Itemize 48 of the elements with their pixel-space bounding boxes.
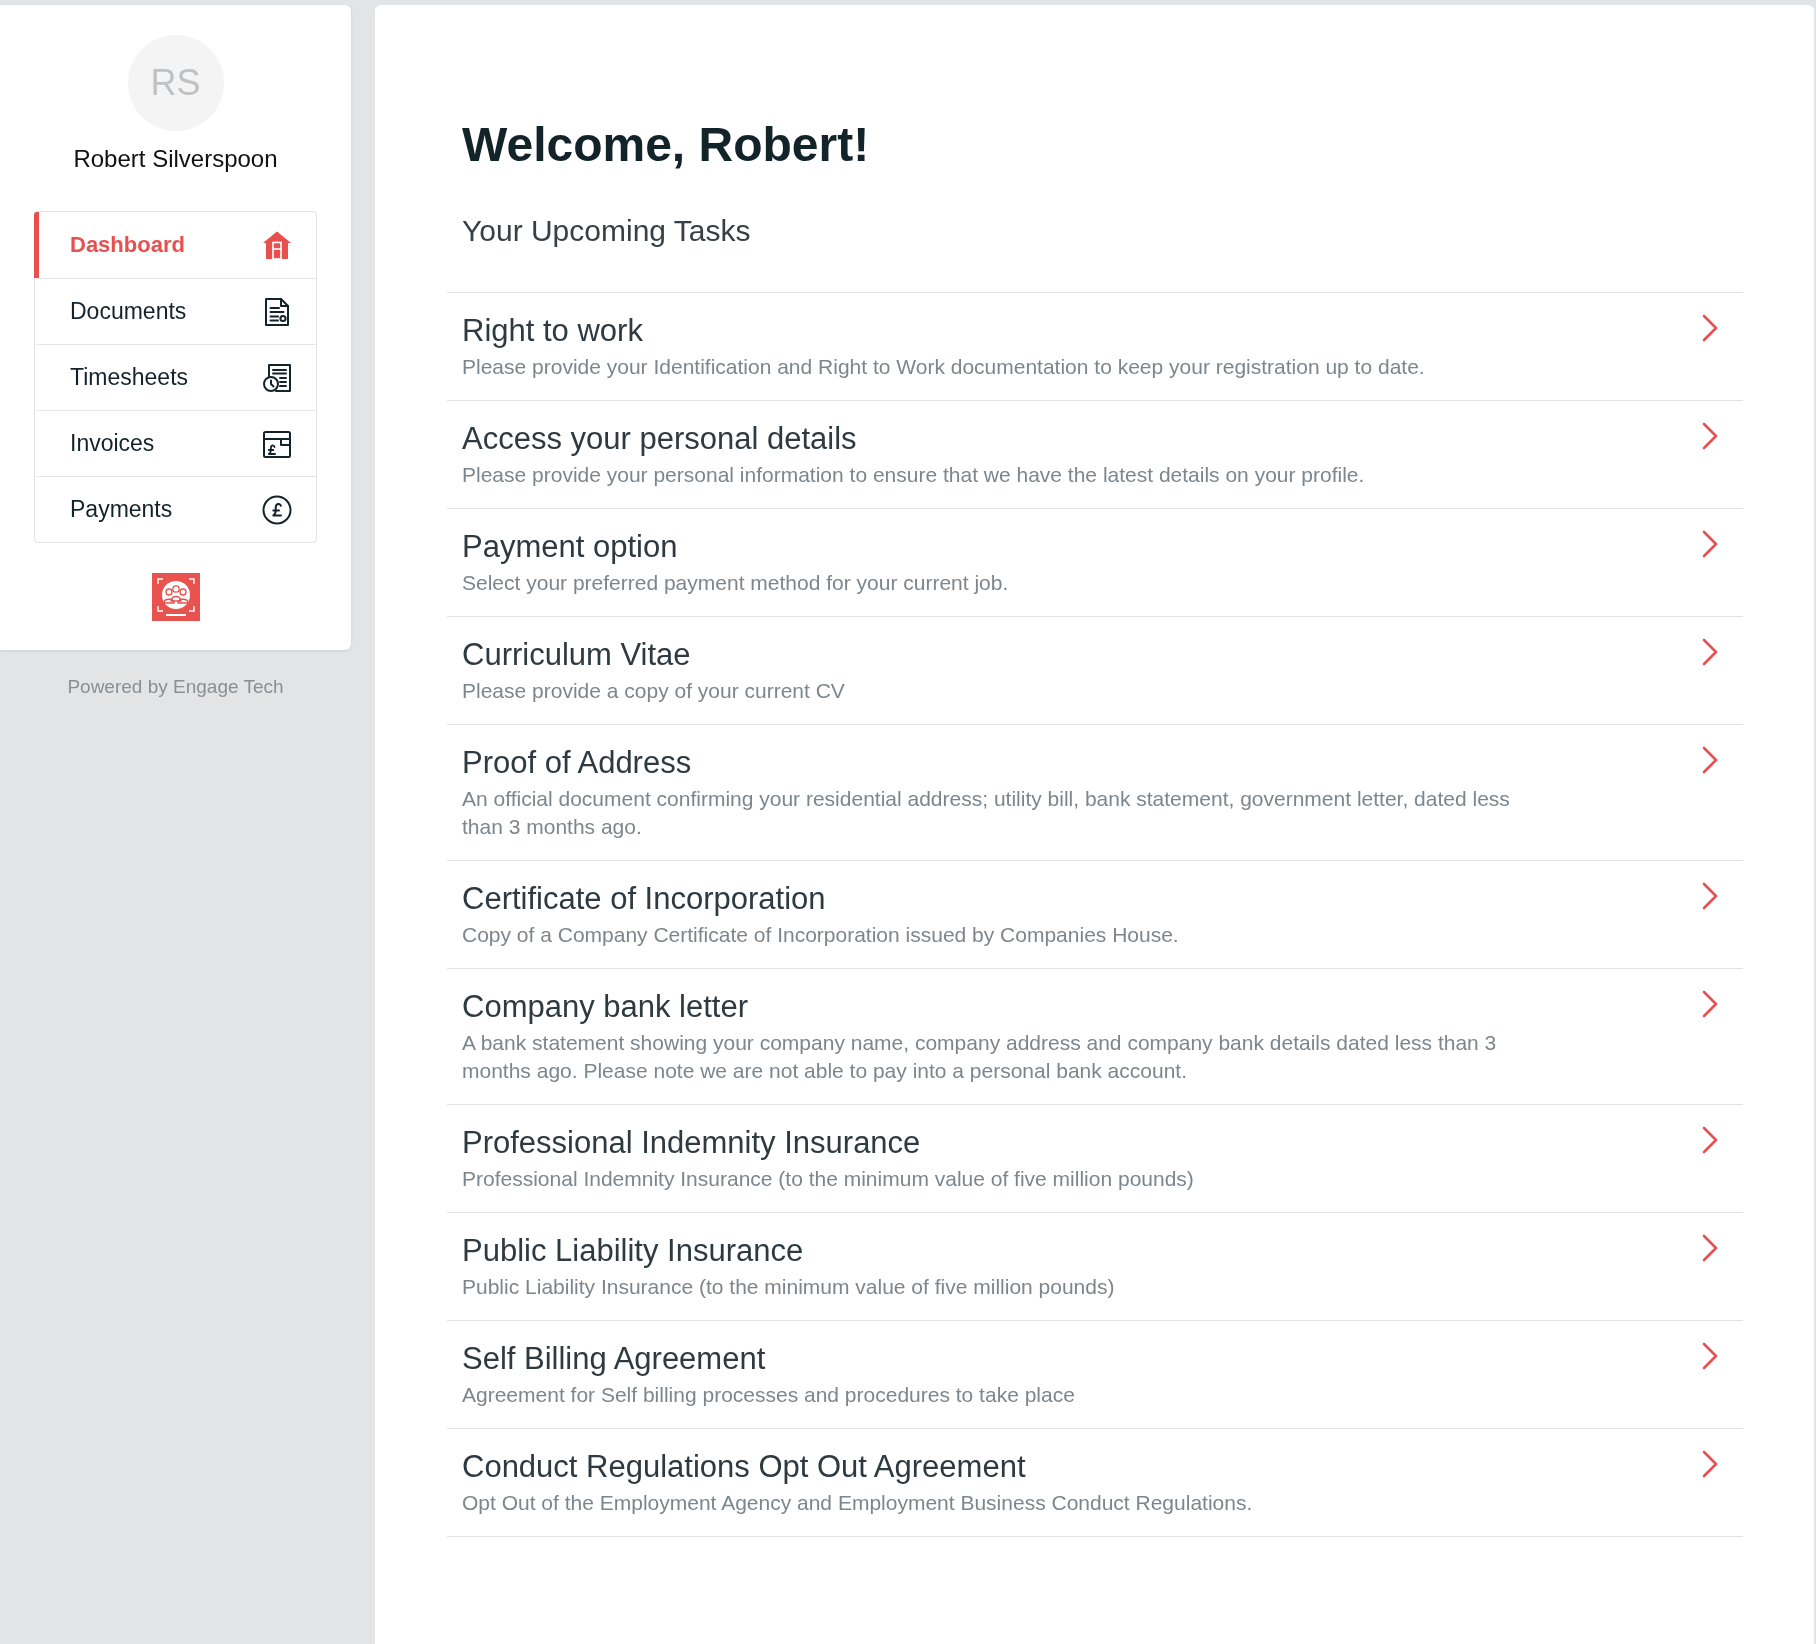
task-title[interactable]: Professional Indemnity Insurance bbox=[462, 1125, 1702, 1161]
chevron-right-icon[interactable] bbox=[1702, 530, 1718, 558]
task-description: Please provide your personal information to ensure that we have the latest details on your profile. bbox=[462, 462, 1366, 488]
user-name: Robert Silverspoon bbox=[73, 144, 278, 174]
task-description: Please provide a copy of your current CV bbox=[462, 678, 846, 704]
task-title[interactable]: Company bank letter bbox=[462, 989, 1702, 1025]
chevron-right-icon[interactable] bbox=[1702, 422, 1718, 450]
chevron-right-icon[interactable] bbox=[1702, 1126, 1718, 1154]
section-heading: Your Upcoming Tasks bbox=[462, 213, 752, 249]
task-title[interactable]: Conduct Regulations Opt Out Agreement bbox=[462, 1449, 1702, 1485]
chevron-right-icon[interactable] bbox=[1702, 1342, 1718, 1370]
welcome-heading: Welcome, Robert! bbox=[462, 117, 871, 173]
task-description: Professional Indemnity Insurance (to the minimum value of five million pounds) bbox=[462, 1166, 1195, 1192]
task-description: Please provide your Identification and Right to Work documentation to keep your registration up to date. bbox=[462, 354, 1426, 380]
sidebar-nav-item[interactable]: Documents bbox=[34, 278, 316, 344]
sidebar-nav-item[interactable]: Dashboard bbox=[34, 212, 316, 278]
chevron-right-icon[interactable] bbox=[1702, 882, 1718, 910]
task-description: Select your preferred payment method for your current job. bbox=[462, 570, 1010, 596]
task-title[interactable]: Curriculum Vitae bbox=[462, 637, 1702, 673]
task-title[interactable]: Access your personal details bbox=[462, 421, 1702, 457]
chevron-right-icon[interactable] bbox=[1702, 314, 1718, 342]
chevron-right-icon[interactable] bbox=[1702, 1450, 1718, 1478]
task-title[interactable]: Self Billing Agreement bbox=[462, 1341, 1702, 1377]
chevron-right-icon[interactable] bbox=[1702, 990, 1718, 1018]
sidebar-nav-item[interactable]: Payments bbox=[34, 476, 316, 542]
document-icon bbox=[262, 296, 292, 327]
task-description: An official document confirming your residential address; utility bill, bank statement, government letter, dated less than 3 months ago. bbox=[462, 786, 1511, 840]
pound-coin-icon bbox=[262, 494, 292, 525]
task-title[interactable]: Certificate of Incorporation bbox=[462, 881, 1702, 917]
home-icon bbox=[262, 230, 292, 260]
invoice-icon bbox=[262, 428, 292, 459]
sidebar-nav-item[interactable]: Timesheets bbox=[34, 344, 316, 410]
task-description: A bank statement showing your company name, company address and company bank details dated less than 3 months ago. Please note we are not able to pay into a personal bank account. bbox=[462, 1030, 1498, 1084]
task-title[interactable]: Public Liability Insurance bbox=[462, 1233, 1702, 1269]
task-description: Opt Out of the Employment Agency and Employment Business Conduct Regulations. bbox=[462, 1490, 1254, 1516]
powered-by-text: Powered by Engage Tech bbox=[67, 676, 284, 698]
timesheet-icon bbox=[262, 362, 292, 393]
task-description: Public Liability Insurance (to the minimum value of five million pounds) bbox=[462, 1274, 1116, 1300]
task-title[interactable]: Payment option bbox=[462, 529, 1702, 565]
task-title[interactable]: Proof of Address bbox=[462, 745, 1702, 781]
chevron-right-icon[interactable] bbox=[1702, 1234, 1718, 1262]
task-title[interactable]: Right to work bbox=[462, 313, 1702, 349]
people-logo-icon bbox=[151, 573, 200, 621]
chevron-right-icon[interactable] bbox=[1702, 638, 1718, 666]
task-description: Agreement for Self billing processes and procedures to take place bbox=[462, 1382, 1076, 1408]
task-description: Copy of a Company Certificate of Incorporation issued by Companies House. bbox=[462, 922, 1180, 948]
sidebar-nav-item[interactable]: Invoices bbox=[34, 410, 316, 476]
chevron-right-icon[interactable] bbox=[1702, 746, 1718, 774]
